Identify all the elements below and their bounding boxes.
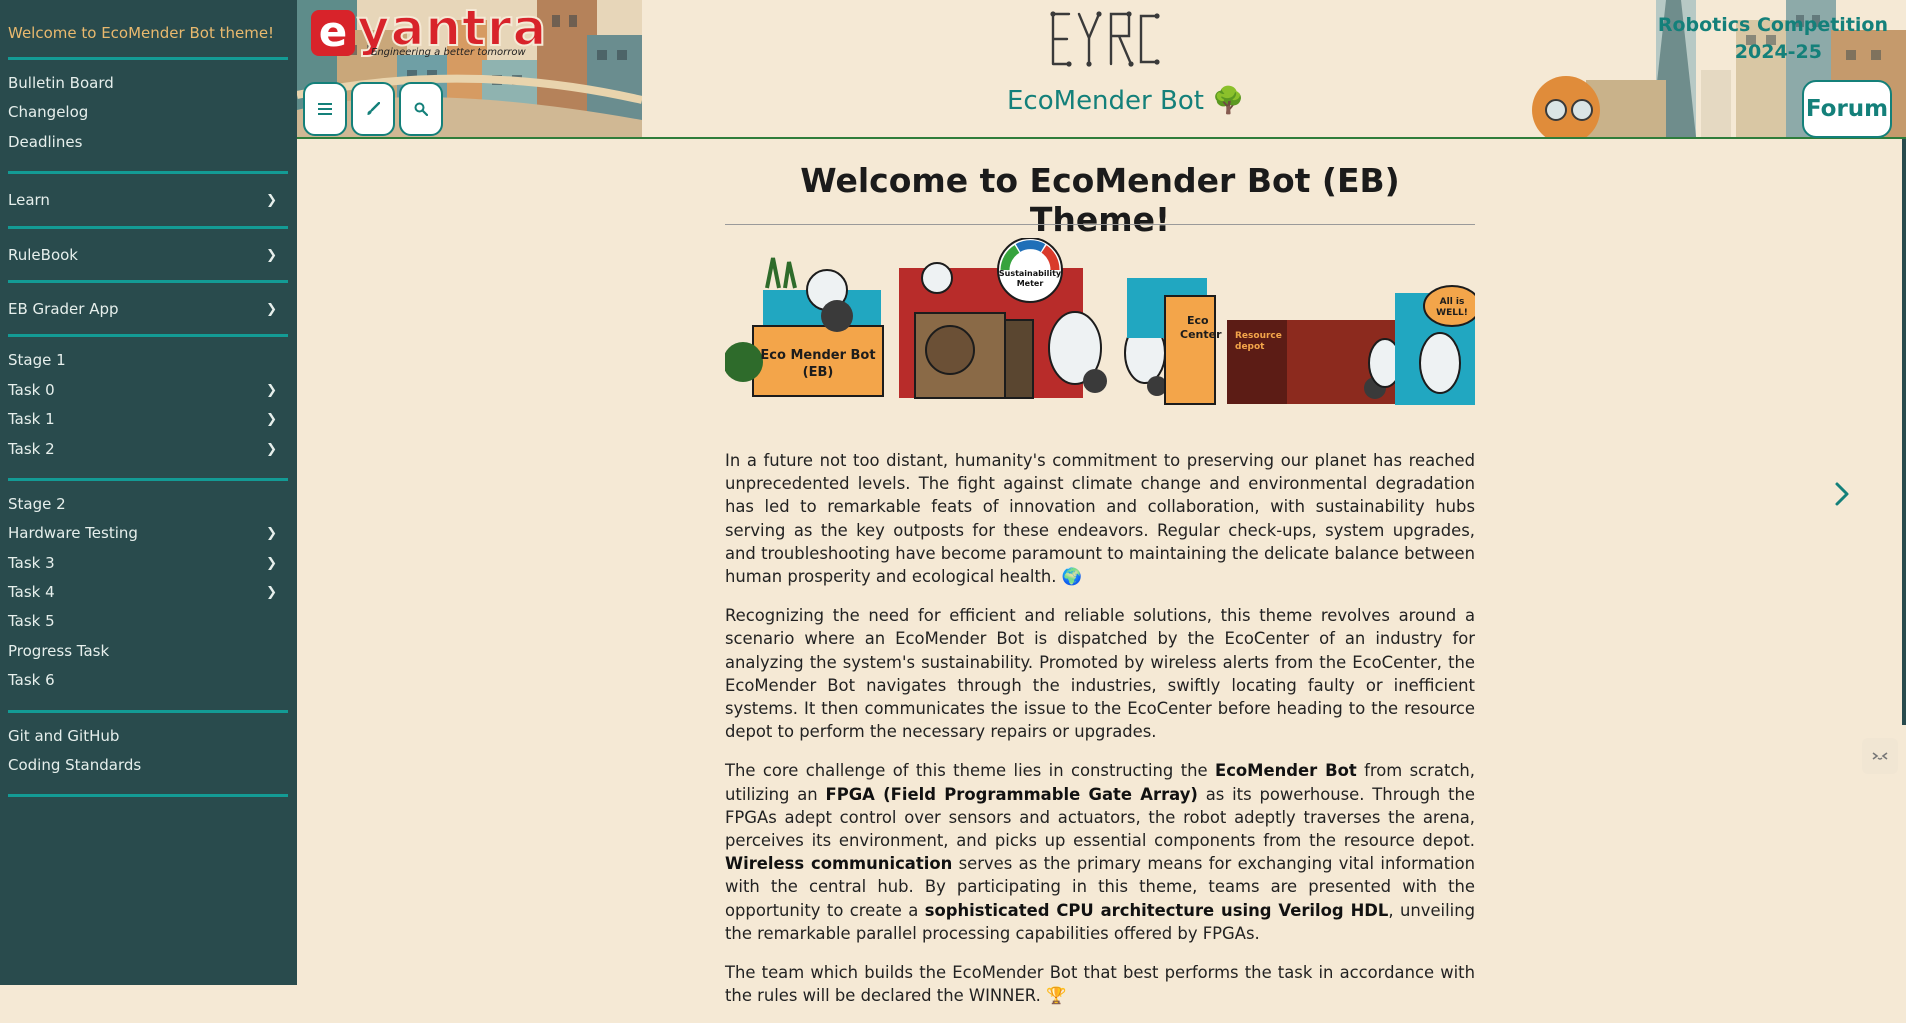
paragraph-scenario: Recognizing the need for efficient and r… (725, 606, 1475, 742)
logo-tagline: Engineering a better tomorrow (371, 47, 526, 58)
menu-icon (318, 103, 332, 115)
main-content: Welcome to EcoMender Bot (EB) Theme! Eco… (297, 139, 1906, 1005)
sidebar-item-git-and-github[interactable]: Git and GitHub (0, 722, 297, 751)
paragraph-winner: The team which builds the EcoMender Bot … (725, 963, 1475, 1006)
sidebar-item-task-1[interactable]: Task 1 ❯ (0, 405, 297, 434)
banner-bubble-label: All is (1440, 297, 1465, 307)
chevron-right-icon[interactable]: ❯ (266, 549, 277, 578)
text-span: The core challenge of this theme lies in… (725, 761, 1215, 781)
sidebar-item-coding-standards[interactable]: Coding Standards (0, 751, 297, 780)
bold-text: EcoMender Bot (1215, 761, 1357, 781)
sidebar-group-stage2: Stage 2 Hardware Testing ❯ Task 3 ❯ Task 4… (0, 481, 297, 710)
header: e yantra Engineering a better tomorrow E… (297, 0, 1906, 139)
banner-bubble-label-2: WELL! (1436, 308, 1468, 318)
sidebar-item-label: Hardware Testing (8, 524, 138, 543)
banner-depot-label: Resource (1235, 331, 1282, 341)
sidebar-welcome-link[interactable]: Welcome to EcoMender Bot theme! (0, 0, 297, 57)
sidebar-item-rulebook[interactable]: RuleBook ❯ (0, 241, 297, 270)
sidebar: Welcome to EcoMender Bot theme! Bulletin… (0, 0, 297, 985)
bold-text: FPGA (Field Programmable Gate Array) (825, 784, 1198, 804)
competition-line-2: 2024-25 (1734, 41, 1822, 63)
robot-face-icon (1872, 752, 1888, 760)
sidebar-group-stage1: Stage 1 Task 0 ❯ Task 1 ❯ Task 2 ❯ (0, 337, 297, 478)
sidebar-item-label: Task 3 (8, 553, 55, 572)
sidebar-item-hardware-testing[interactable]: Hardware Testing ❯ (0, 519, 297, 548)
banner-eco-label: Eco (1187, 314, 1209, 327)
search-button[interactable] (399, 82, 443, 136)
sidebar-item-task-3[interactable]: Task 3 ❯ (0, 549, 297, 578)
sidebar-group-general: Bulletin Board Changelog Deadlines (0, 60, 297, 171)
logo-letter: e (311, 10, 355, 56)
sidebar-group-learn: Learn ❯ (0, 174, 297, 225)
brush-icon (367, 102, 380, 115)
sidebar-item-label: RuleBook (8, 245, 78, 264)
page-title: Welcome to EcoMender Bot (EB) Theme! (800, 161, 1400, 239)
forum-button[interactable]: Forum (1802, 80, 1892, 138)
scrollbar[interactable] (1902, 139, 1906, 725)
sidebar-item-changelog[interactable]: Changelog (0, 98, 297, 127)
sidebar-item-learn[interactable]: Learn ❯ (0, 186, 297, 215)
search-icon (414, 102, 428, 116)
sidebar-divider (8, 794, 288, 798)
sidebar-item-task-4[interactable]: Task 4 ❯ (0, 578, 297, 607)
chevron-right-icon[interactable]: ❯ (266, 405, 277, 434)
competition-line-1: Robotics Competition (1657, 14, 1888, 36)
sidebar-item-label: Task 1 (8, 410, 55, 429)
chevron-right-icon[interactable]: ❯ (266, 376, 277, 405)
next-page-chevron-icon[interactable] (1827, 474, 1857, 514)
sidebar-item-label: EB Grader App (8, 299, 119, 318)
sidebar-item-task-2[interactable]: Task 2 ❯ (0, 435, 297, 464)
paragraph-challenge: The core challenge of this theme lies in… (725, 759, 1475, 945)
sidebar-item-label: Learn (8, 191, 50, 210)
article-body: In a future not too distant, humanity's … (725, 449, 1475, 1023)
sidebar-item-task-6[interactable]: Task 6 (0, 666, 297, 695)
paragraph-intro: In a future not too distant, humanity's … (725, 451, 1475, 587)
sidebar-item-task-0[interactable]: Task 0 ❯ (0, 376, 297, 405)
chevron-right-icon[interactable]: ❯ (266, 186, 277, 215)
sidebar-group-rulebook: RuleBook ❯ (0, 229, 297, 280)
chevron-right-icon[interactable]: ❯ (266, 435, 277, 464)
chevron-right-icon[interactable]: ❯ (266, 241, 277, 270)
chevron-right-icon[interactable]: ❯ (266, 295, 277, 324)
theme-button[interactable] (351, 82, 395, 136)
sidebar-item-eb-grader-app[interactable]: EB Grader App ❯ (0, 295, 297, 324)
sidebar-item-progress-task[interactable]: Progress Task (0, 637, 297, 666)
sidebar-item-label: Task 2 (8, 439, 55, 458)
menu-button[interactable] (303, 82, 347, 136)
title-divider (725, 224, 1475, 225)
eyantra-logo[interactable]: e yantra Engineering a better tomorrow (311, 0, 561, 60)
sidebar-item-stage-1[interactable]: Stage 1 (0, 346, 297, 375)
banner-eb-label-2: (EB) (803, 365, 834, 380)
chevron-right-icon[interactable]: ❯ (266, 519, 277, 548)
bold-text: sophisticated CPU architecture using Ver… (924, 900, 1389, 920)
sidebar-item-stage-2[interactable]: Stage 2 (0, 490, 297, 519)
chevron-right-icon[interactable]: ❯ (266, 578, 277, 607)
banner-meter-label-2: Meter (1017, 279, 1044, 288)
sidebar-item-label: Task 4 (8, 583, 55, 602)
banner-eco-label-2: Center (1180, 328, 1222, 341)
sidebar-item-label: Task 0 (8, 380, 55, 399)
theme-banner-image: Eco Mender Bot (EB) Sustainability Meter… (725, 238, 1475, 408)
banner-meter-label: Sustainability (999, 269, 1062, 278)
bold-text: Wireless communication (725, 854, 953, 874)
sidebar-item-bulletin-board[interactable]: Bulletin Board (0, 69, 297, 98)
competition-title: Robotics Competition 2024-25 (1658, 12, 1888, 66)
banner-depot-label-2: depot (1235, 342, 1265, 352)
banner-eb-label: Eco Mender Bot (760, 348, 875, 363)
sidebar-item-deadlines[interactable]: Deadlines (0, 128, 297, 157)
site-title[interactable]: EcoMender Bot 🌳 (1007, 86, 1245, 116)
sidebar-item-task-5[interactable]: Task 5 (0, 607, 297, 636)
chat-widget-icon[interactable] (1862, 738, 1898, 774)
eyrc-logo (1050, 11, 1160, 67)
sidebar-group-misc: Git and GitHub Coding Standards (0, 713, 297, 795)
sidebar-group-grader: EB Grader App ❯ (0, 283, 297, 334)
